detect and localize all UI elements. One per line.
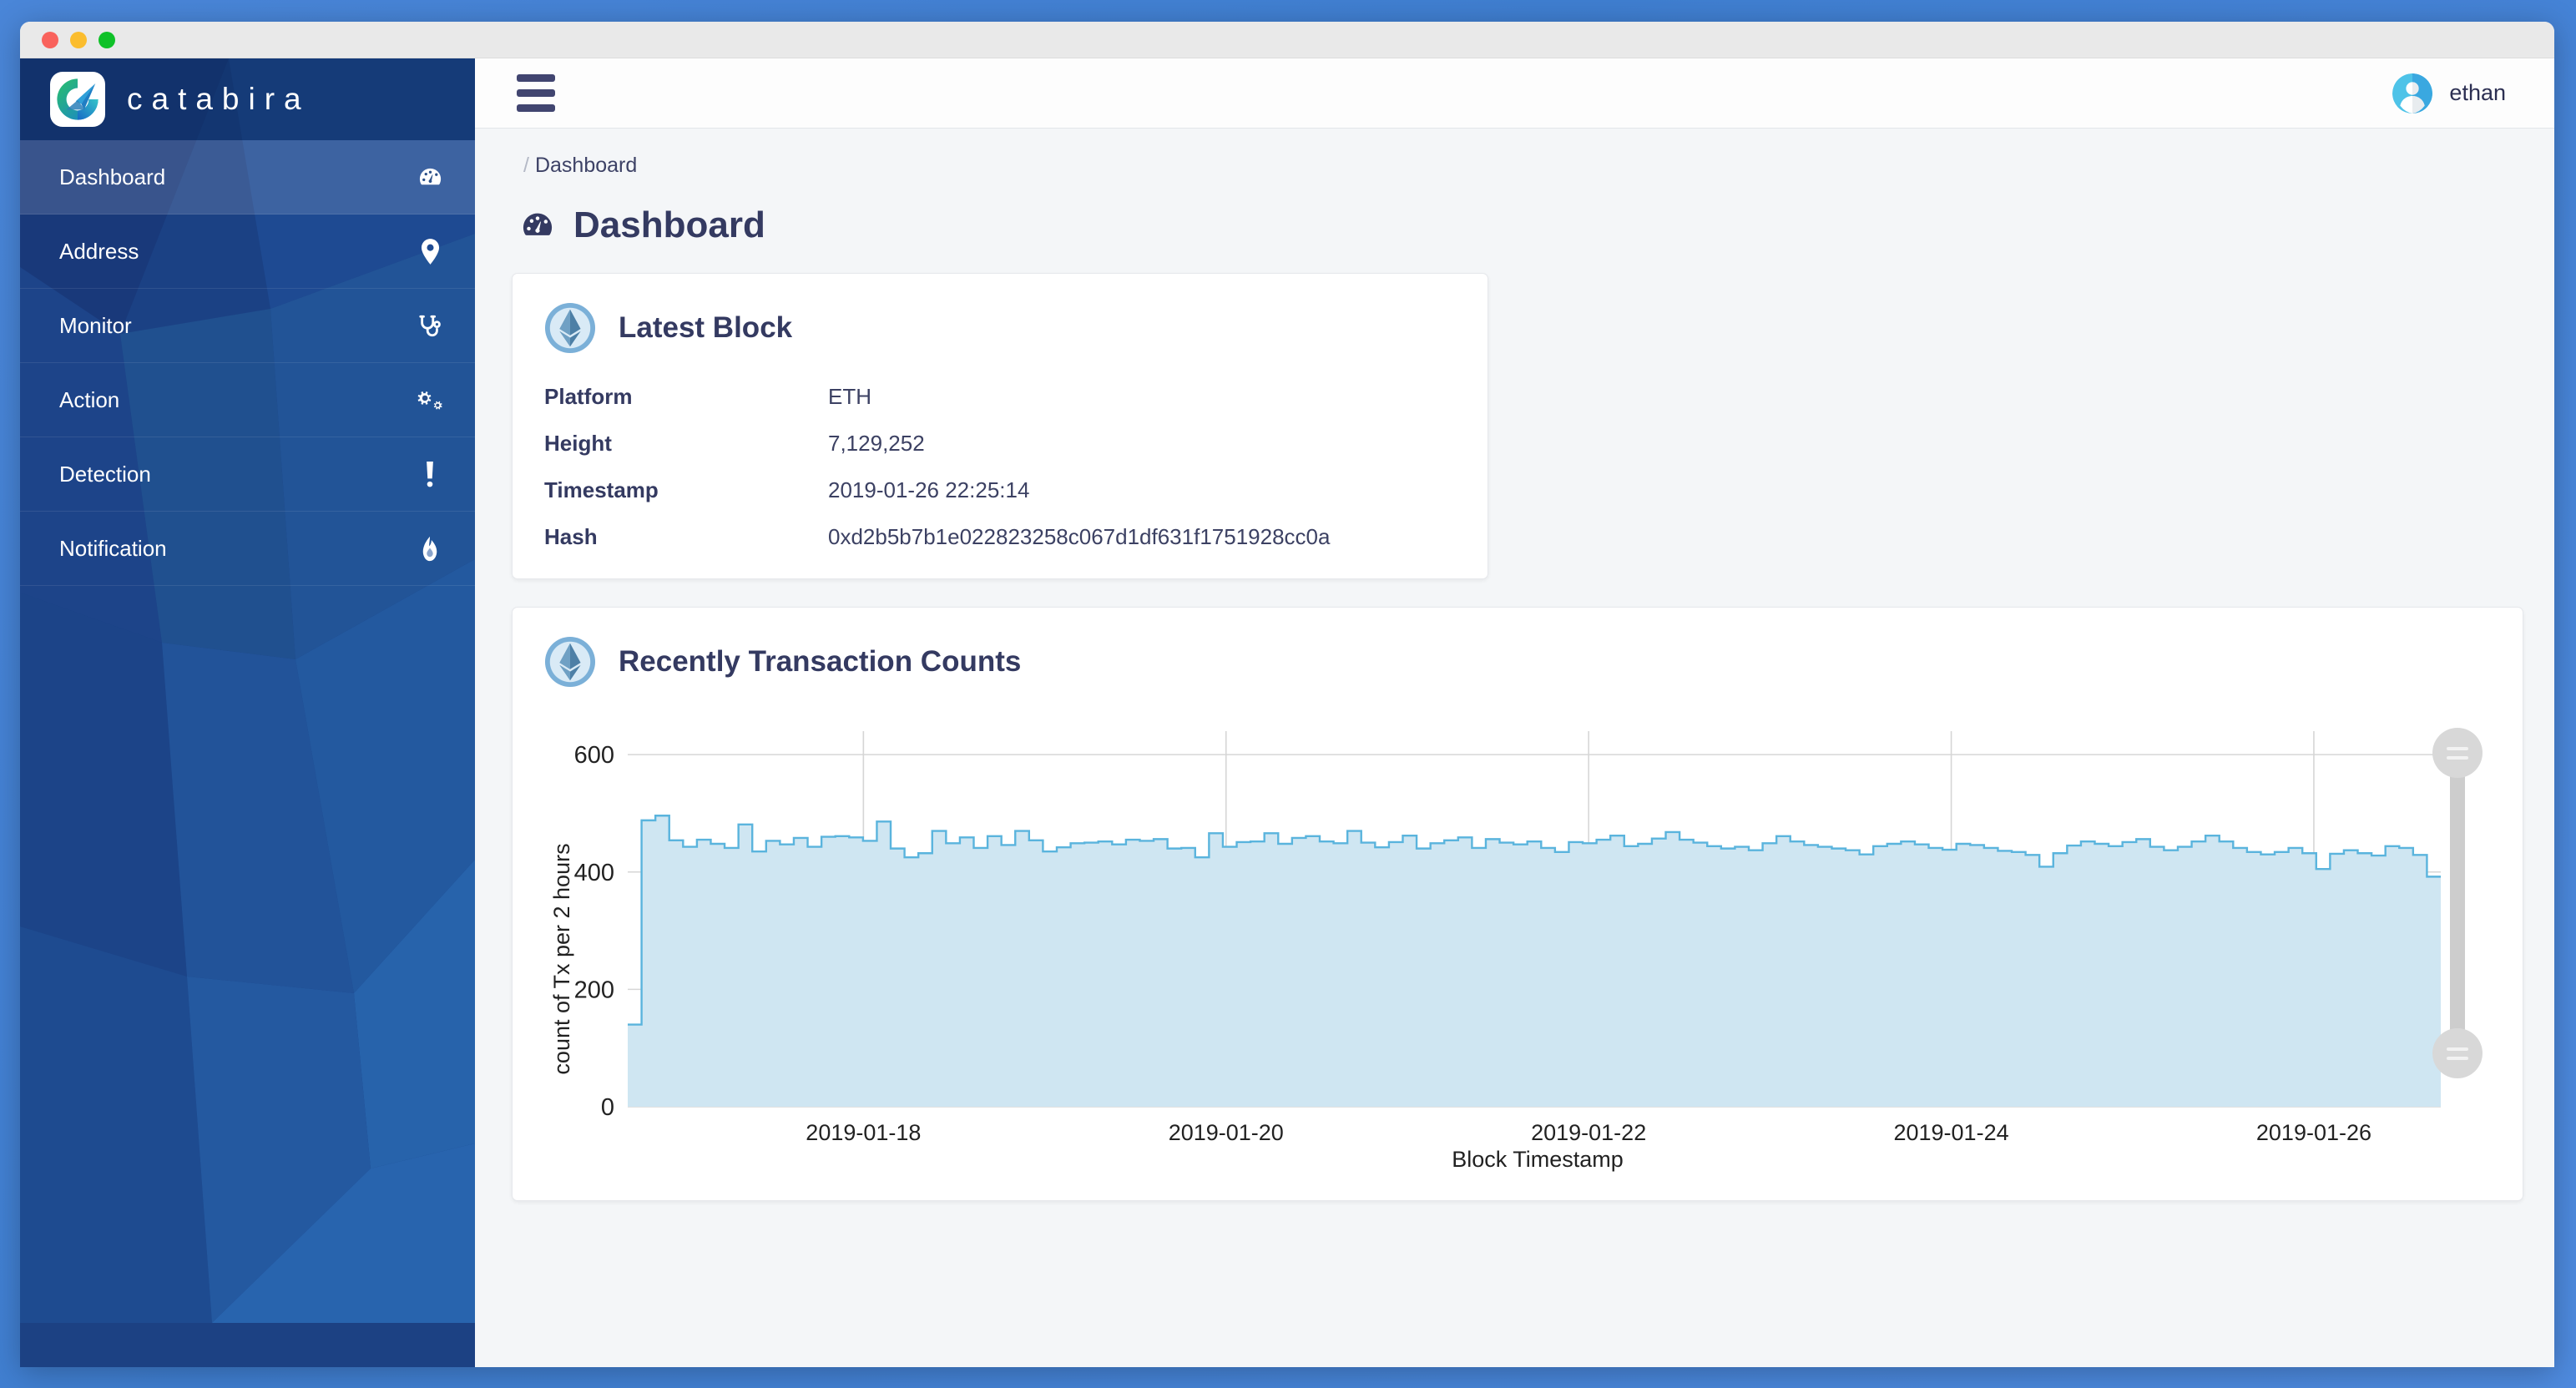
hamburger-bar <box>517 74 555 82</box>
fire-icon <box>413 536 447 562</box>
field-row: Timestamp 2019-01-26 22:25:14 <box>544 477 1454 503</box>
maximize-button[interactable] <box>98 31 115 48</box>
sidebar-item-address[interactable]: Address <box>20 215 475 289</box>
x-tick-label: 2019-01-18 <box>806 1120 921 1145</box>
vertical-range-slider[interactable] <box>2432 728 2483 1078</box>
page-content: / Dashboard Dashboard Latest Block Platf… <box>475 129 2554 1367</box>
x-tick-label: 2019-01-26 <box>2256 1120 2371 1145</box>
grip-line <box>2447 746 2468 750</box>
ethereum-icon <box>544 636 596 688</box>
stethoscope-icon <box>413 313 447 339</box>
sidebar-item-notification[interactable]: Notification <box>20 512 475 586</box>
field-row: Height 7,129,252 <box>544 431 1454 457</box>
map-marker-icon <box>413 238 447 265</box>
y-tick-label: 200 <box>574 977 614 1003</box>
chart-x-axis-label: Block Timestamp <box>1452 1147 1624 1172</box>
card-header: Latest Block <box>544 302 1454 354</box>
grip-line <box>2447 755 2468 760</box>
page-title: Dashboard <box>512 178 2518 246</box>
y-tick-label: 0 <box>601 1094 614 1121</box>
brand-header[interactable]: catabira <box>20 58 475 140</box>
tachometer-icon <box>413 164 447 190</box>
field-label: Height <box>544 431 612 456</box>
sidebar-item-label: Monitor <box>59 312 132 338</box>
chart-x-tick-labels: 2019-01-18 2019-01-20 2019-01-22 2019-01-24… <box>806 1120 2371 1145</box>
ethereum-icon <box>544 302 596 354</box>
field-value: 7,129,252 <box>828 431 925 456</box>
hamburger-icon[interactable] <box>517 74 555 112</box>
breadcrumb-separator: / <box>523 154 529 177</box>
x-tick-label: 2019-01-22 <box>1531 1120 1646 1145</box>
grip-line <box>2447 1056 2468 1060</box>
breadcrumb: / Dashboard <box>512 129 2518 178</box>
catabira-logo-icon <box>50 72 105 127</box>
sidebar-item-label: Action <box>59 386 120 412</box>
field-row: Platform ETH <box>544 384 1454 410</box>
sidebar-item-monitor[interactable]: Monitor <box>20 289 475 363</box>
app-window: catabira Dashboard Address Monitor Actio… <box>20 22 2554 1367</box>
card-title: Latest Block <box>619 311 793 344</box>
sidebar-item-label: Notification <box>59 535 167 561</box>
sidebar-item-label: Dashboard <box>59 164 166 189</box>
y-tick-label: 400 <box>574 860 614 886</box>
field-label: Hash <box>544 524 598 549</box>
field-label: Platform <box>544 384 633 409</box>
page-title-text: Dashboard <box>573 204 765 245</box>
slider-handle-bottom[interactable] <box>2432 1028 2483 1078</box>
sidebar-item-detection[interactable]: Detection <box>20 437 475 512</box>
field-row: Hash 0xd2b5b7b1e022823258c067d1df631f175… <box>544 524 1454 550</box>
latest-block-card: Latest Block Platform ETH Height 7,129,2… <box>512 273 1488 579</box>
field-value: 2019-01-26 22:25:14 <box>828 477 1030 502</box>
tachometer-icon <box>520 208 555 243</box>
user-menu[interactable]: ethan <box>2392 73 2506 114</box>
minimize-button[interactable] <box>70 31 87 48</box>
sidebar-item-label: Address <box>59 238 139 264</box>
top-bar: ethan <box>475 58 2554 129</box>
field-value: ETH <box>828 384 871 409</box>
chart-y-tick-labels: 0 200 400 600 <box>574 742 614 1121</box>
chart-area-series <box>628 815 2441 1107</box>
x-tick-label: 2019-01-20 <box>1169 1120 1284 1145</box>
slider-handle-top[interactable] <box>2432 728 2483 778</box>
main-area: ethan / Dashboard Dashboard Latest Block… <box>475 58 2554 1367</box>
chart-y-axis-label: count of Tx per 2 hours <box>549 843 574 1074</box>
sidebar-content: catabira Dashboard Address Monitor Actio… <box>20 58 475 586</box>
username-label: ethan <box>2449 80 2506 105</box>
card-header: Recently Transaction Counts <box>544 636 2491 688</box>
field-value: 0xd2b5b7b1e022823258c067d1df631f1751928c… <box>828 524 1331 549</box>
x-tick-label: 2019-01-24 <box>1893 1120 2008 1145</box>
cogs-icon <box>413 387 447 413</box>
transaction-counts-card: Recently Transaction Counts 0 200 400 600 2… <box>512 607 2523 1201</box>
sidebar: catabira Dashboard Address Monitor Actio… <box>20 58 475 1367</box>
app-shell: catabira Dashboard Address Monitor Actio… <box>20 58 2554 1367</box>
breadcrumb-current[interactable]: Dashboard <box>535 154 637 177</box>
sidebar-item-label: Detection <box>59 461 151 487</box>
exclamation-icon <box>413 461 447 487</box>
slider-track[interactable] <box>2450 750 2465 1057</box>
user-avatar-icon <box>2392 73 2433 114</box>
chart-svg: 0 200 400 600 2019-01-18 2019-01-20 2019-01-2… <box>549 731 2441 1172</box>
hamburger-bar <box>517 104 555 112</box>
close-button[interactable] <box>42 31 58 48</box>
card-title: Recently Transaction Counts <box>619 645 1022 678</box>
y-tick-label: 600 <box>574 742 614 769</box>
sidebar-item-action[interactable]: Action <box>20 363 475 437</box>
sidebar-item-dashboard[interactable]: Dashboard <box>20 140 475 215</box>
window-titlebar <box>20 22 2554 58</box>
field-label: Timestamp <box>544 477 659 502</box>
grip-line <box>2447 1047 2468 1051</box>
hamburger-bar <box>517 89 555 97</box>
transaction-counts-plot: 0 200 400 600 2019-01-18 2019-01-20 2019-01-2… <box>544 721 2491 1189</box>
latest-block-fields: Platform ETH Height 7,129,252 Timestamp … <box>544 384 1454 550</box>
brand-name: catabira <box>127 82 311 116</box>
